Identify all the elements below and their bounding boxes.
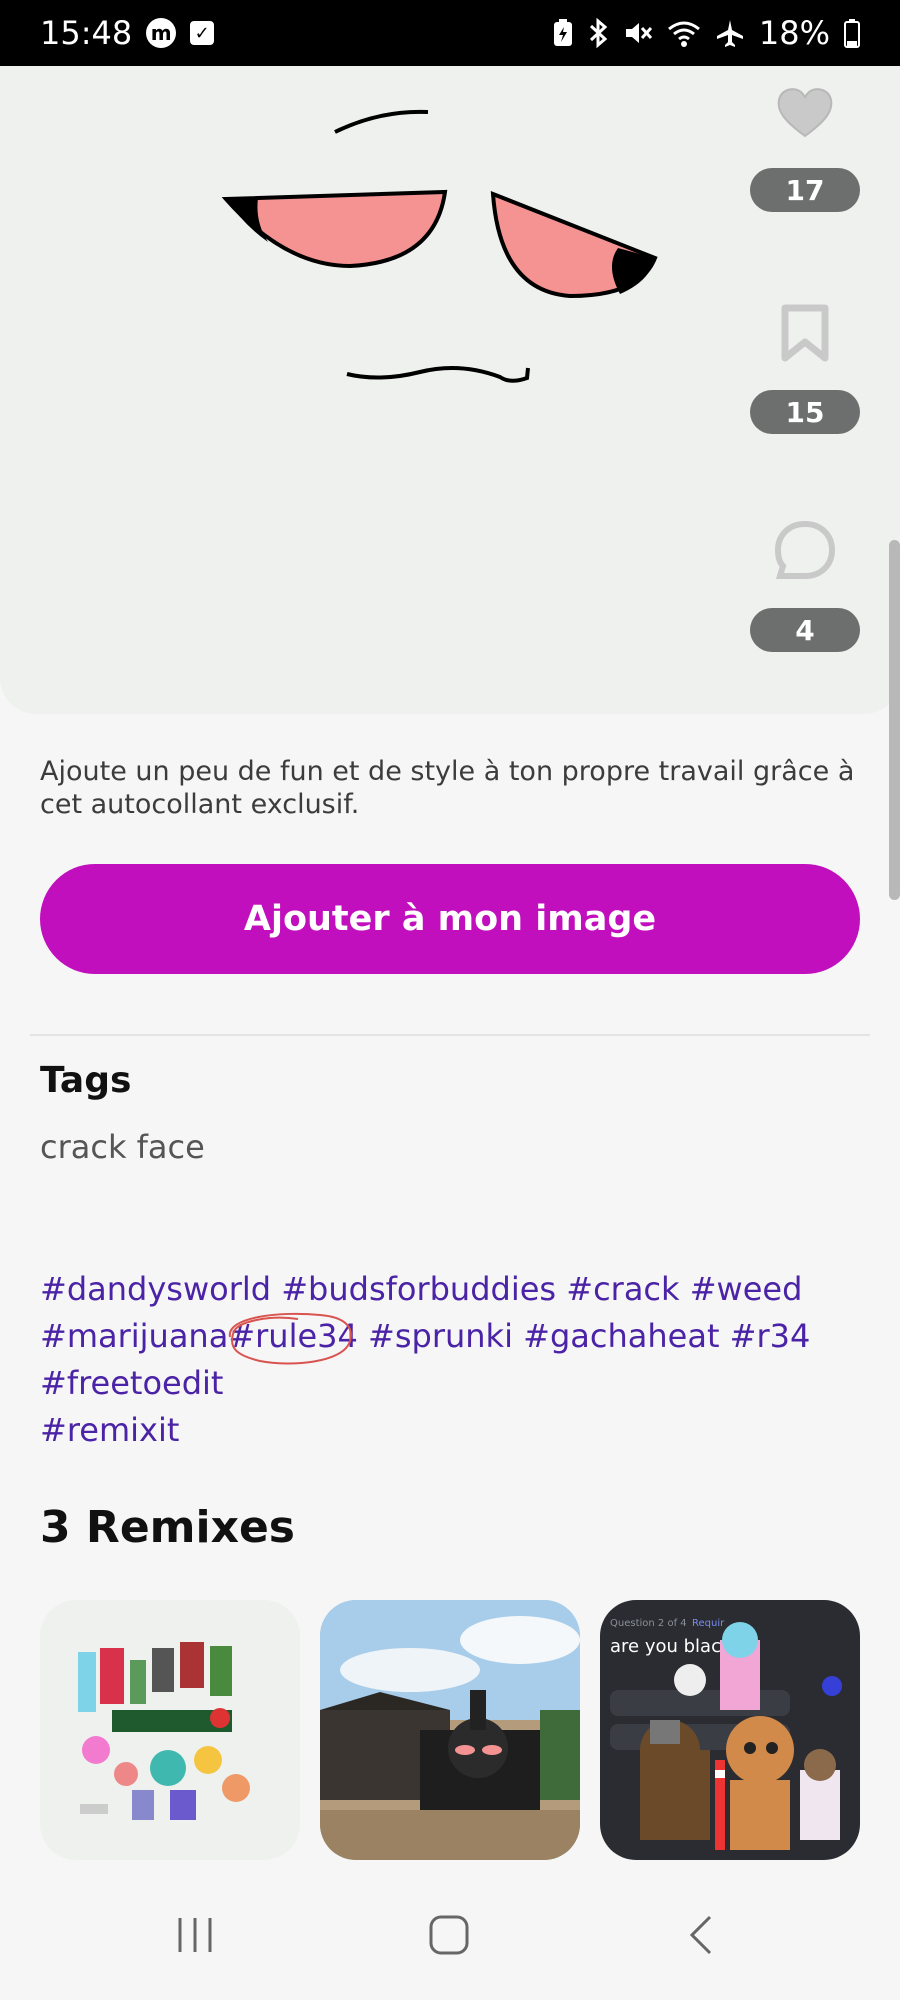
back-icon[interactable] [686, 1914, 716, 1956]
red-circle-annotation [229, 1312, 353, 1365]
sticker-preview[interactable]: 17 15 4 [0, 66, 900, 714]
save-count: 15 [750, 390, 860, 434]
bookmark-icon[interactable] [780, 304, 830, 362]
add-to-image-button[interactable]: Ajouter à mon image [40, 864, 860, 974]
hashtag-link[interactable]: #gachaheat [523, 1317, 719, 1355]
character-collage-image [78, 1642, 250, 1820]
heart-icon[interactable] [775, 84, 835, 140]
recent-apps-icon[interactable] [174, 1914, 216, 1956]
remix-thumbnail-3[interactable]: Question 2 of 4 Requir are you black? [600, 1600, 860, 1860]
hashtag-link[interactable]: #dandysworld [40, 1270, 271, 1308]
crack-face-sticker [221, 109, 658, 383]
divider [30, 1034, 870, 1036]
hashtag-link[interactable]: #marijuana [40, 1317, 228, 1355]
hashtag-link-circled[interactable]: #rule34 [228, 1312, 358, 1365]
remix-thumbnail-1[interactable] [40, 1600, 300, 1860]
svg-text:Requir: Requir [692, 1618, 725, 1629]
hashtag-link[interactable]: #weed [690, 1270, 803, 1308]
comment-count: 4 [750, 608, 860, 652]
scrollbar[interactable] [889, 540, 900, 900]
battery-percent: 18% [758, 14, 830, 52]
status-bar: 15:48 m ✓ 18% [0, 0, 900, 66]
like-action: 17 [750, 84, 860, 212]
remixes-heading: 3 Remixes [40, 1502, 295, 1553]
hashtag-list: #dandysworld #budsforbuddies #crack #wee… [40, 1266, 860, 1454]
quiz-characters-image: Question 2 of 4 Requir are you black? [610, 1618, 842, 1850]
clock: 15:48 [40, 14, 133, 52]
airplane-icon [716, 20, 743, 47]
m-app-icon: m [146, 18, 177, 48]
comment-action: 4 [750, 520, 860, 652]
home-icon[interactable] [428, 1914, 470, 1956]
hashtag-link[interactable]: #r34 [730, 1317, 811, 1355]
tags-text: crack face [40, 1128, 205, 1166]
comment-icon[interactable] [774, 520, 836, 580]
wifi-icon [667, 21, 700, 47]
hashtag-link[interactable]: #remixit [40, 1411, 179, 1449]
tags-heading: Tags [40, 1060, 132, 1101]
hashtag-link[interactable]: #crack [566, 1270, 679, 1308]
system-nav-bar [0, 1880, 900, 2000]
hashtag-link[interactable]: #budsforbuddies [281, 1270, 556, 1308]
sticker-description: Ajoute un peu de fun et de style à ton p… [40, 756, 855, 820]
like-count: 17 [750, 168, 860, 212]
battery-saver-icon [553, 19, 572, 46]
hashtag-link[interactable]: #sprunki [368, 1317, 513, 1355]
remix-thumbnail-2[interactable] [320, 1600, 580, 1860]
svg-text:Question 2 of 4: Question 2 of 4 [610, 1618, 687, 1629]
checkbox-icon: ✓ [190, 21, 215, 45]
mute-icon [625, 23, 652, 43]
train-station-image [320, 1600, 580, 1860]
hashtag-link[interactable]: #freetoedit [40, 1364, 223, 1402]
battery-icon [844, 19, 860, 48]
bluetooth-icon [589, 18, 608, 48]
save-action: 15 [750, 304, 860, 434]
